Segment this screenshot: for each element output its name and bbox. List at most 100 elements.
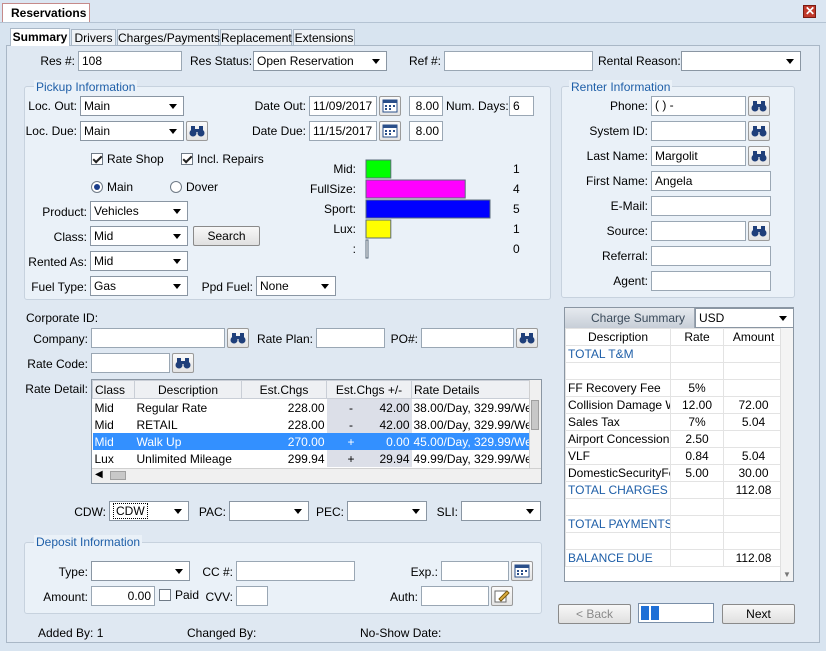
date-out-calendar-button[interactable] [379,96,401,116]
changed-by: Changed By: [187,626,257,640]
paid-checkbox[interactable] [159,589,171,601]
charge-cell-rate [670,345,724,363]
rented-as-select[interactable]: Mid [90,251,188,271]
po-search-button[interactable] [516,328,538,348]
cvv-input[interactable] [236,586,268,606]
incl-repairs-checkbox[interactable] [181,153,193,165]
company-search-button[interactable] [227,328,249,348]
time-out-input[interactable]: 8.00 [409,96,443,116]
back-button[interactable]: < Back [558,604,631,624]
col-header-est-chgs[interactable]: Est.Chgs [241,380,327,399]
date-due-input[interactable]: 11/15/2017 [309,121,377,141]
auth-edit-button[interactable] [491,586,513,606]
currency-select[interactable]: USD [695,308,793,328]
auth-input[interactable] [421,586,489,606]
renter-title: Renter Information [569,80,673,94]
charge-cell-desc: TOTAL CHARGES [565,481,671,499]
res-status-label: Res Status: [190,54,253,68]
date-out-input[interactable]: 11/09/2017 [309,96,377,116]
referral-input[interactable] [651,246,771,266]
cell-details: 45.00/Day, 329.99/We [413,434,530,449]
cc-input[interactable] [236,561,355,581]
col-header-est-chgs-diff[interactable]: Est.Chgs +/- [326,380,412,399]
po-input[interactable] [421,328,514,348]
radio-main[interactable] [91,181,103,193]
time-due-input[interactable]: 8.00 [409,121,443,141]
col-header-class[interactable]: Class [92,380,135,399]
tab-extensions[interactable]: Extensions [293,29,355,45]
date-due-calendar-button[interactable] [379,121,401,141]
res-no-label: Res #: [40,54,75,68]
tab-summary[interactable]: Summary [10,28,70,46]
horizontal-scrollbar[interactable]: ◀ [92,468,541,483]
charge-row [565,532,784,550]
scroll-left-icon[interactable]: ◀ [95,469,103,480]
ref-input[interactable] [444,51,593,71]
sli-select[interactable] [461,501,541,521]
tab-replacement[interactable]: Replacement [220,29,292,45]
tab-charges-payments[interactable]: Charges/Payments [117,29,220,45]
cell-description: Unlimited Mileage [136,451,232,466]
exp-input[interactable] [441,561,509,581]
res-no-input[interactable]: 108 [78,51,182,71]
chart-value-label: 0 [513,242,520,256]
loc-out-select[interactable]: Main [80,96,184,116]
res-status-select[interactable]: Open Reservation [253,51,387,71]
fuel-type-select[interactable]: Gas [90,276,188,296]
cell-sign: + [347,451,355,466]
loc-due-select[interactable]: Main [80,121,184,141]
rate-shop-checkbox[interactable] [91,153,103,165]
system-id-search-button[interactable] [748,121,770,141]
deposit-type-select[interactable] [91,561,190,581]
charge-row: VLF 0.84 5.04 [565,447,784,465]
rate-code-search-button[interactable] [172,353,194,373]
exp-calendar-button[interactable] [511,561,533,581]
num-days-label: Num. Days: [446,99,509,113]
cs-vertical-scrollbar[interactable]: ▼ [780,328,793,581]
amount-input[interactable]: 0.00 [91,586,155,606]
num-days-input[interactable]: 6 [509,96,534,116]
rate-plan-input[interactable] [316,328,385,348]
last-name-input[interactable]: Margolit [651,146,746,166]
charge-cell-rate: 5.00 [670,464,724,482]
cell-sign: + [347,434,355,449]
table-row-selected[interactable]: Mid Walk Up 270.00 +0.00 45.00/Day, 329.… [92,433,530,450]
agent-input[interactable] [651,271,771,291]
loc-due-search-button[interactable] [186,121,208,141]
class-select[interactable]: Mid [90,226,188,246]
rental-reason-select[interactable] [681,51,801,71]
last-name-search-button[interactable] [748,146,770,166]
close-button[interactable]: ✕ [803,4,816,18]
radio-dover[interactable] [170,181,182,193]
product-select[interactable]: Vehicles [90,201,188,221]
phone-search-button[interactable] [748,96,770,116]
rate-code-input[interactable] [91,353,170,373]
next-button[interactable]: Next [722,604,795,624]
cell-est: 299.94 [287,451,325,466]
scroll-down-icon[interactable]: ▼ [783,570,791,579]
tab-drivers[interactable]: Drivers [71,29,116,45]
first-name-input[interactable]: Angela [651,171,771,191]
charge-cell-desc [565,532,671,550]
company-input[interactable] [91,328,225,348]
table-row[interactable]: Mid Regular Rate 228.00 - 42.00 38.00/Day… [93,398,530,416]
source-input[interactable] [651,221,746,241]
col-header-description[interactable]: Description [134,380,242,399]
scroll-thumb[interactable] [531,400,539,430]
table-row[interactable]: Lux Unlimited Mileage 299.94 +29.94 49.9… [93,450,530,467]
vertical-scrollbar[interactable] [529,380,541,468]
source-search-button[interactable] [748,221,770,241]
referral-label: Referral: [601,249,648,263]
pac-select[interactable] [229,501,309,521]
phone-input[interactable]: ( ) - [651,96,746,116]
scroll-thumb[interactable] [110,471,126,480]
cdw-select[interactable]: CDW [109,501,189,521]
pec-select[interactable] [347,501,427,521]
charge-cell-amount: 72.00 [723,396,784,414]
col-header-rate-details[interactable]: Rate Details [411,380,530,399]
system-id-input[interactable] [651,121,746,141]
email-input[interactable] [651,196,771,216]
table-row[interactable]: Mid RETAIL 228.00 - 42.00 38.00/Day, 329.… [93,416,530,433]
search-button[interactable]: Search [193,226,260,246]
ppd-fuel-select[interactable]: None [256,276,336,296]
